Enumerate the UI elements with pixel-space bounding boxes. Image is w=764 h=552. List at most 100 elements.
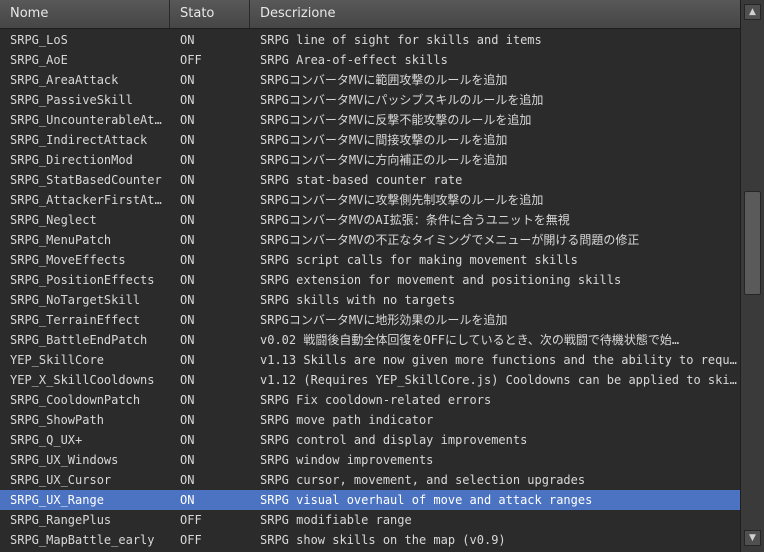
plugin-status: ON (180, 113, 195, 127)
plugin-status: OFF (180, 533, 202, 547)
plugin-name: SRPG_UncounterableAtt… (10, 113, 168, 127)
plugin-status: ON (180, 213, 195, 227)
plugin-name: SRPG_NoTargetSkill (10, 293, 141, 307)
table-row[interactable]: SRPG_RangePlus OFF SRPG modifiable range (0, 510, 740, 530)
plugin-status: ON (180, 373, 195, 387)
plugin-name: SRPG_UX_Cursor (10, 473, 112, 487)
plugin-description: SRPG Area-of-effect skills (260, 53, 448, 67)
column-header: Nome Stato Descrizione (0, 0, 740, 29)
table-row[interactable]: SRPG_UX_Range ON SRPG visual overhaul of m… (0, 490, 740, 510)
plugin-status: ON (180, 433, 195, 447)
plugin-description: v0.02 戦闘後自動全体回復をOFFにしているとき、次の戦闘で待機状態で始… (260, 333, 680, 347)
plugin-name: SRPG_LoS (10, 33, 68, 47)
plugin-name: SRPG_UX_Windows (10, 453, 119, 467)
table-row[interactable]: SRPG_PassiveSkill ON SRPGコンバータMVにパッシブスキルのル… (0, 90, 740, 110)
plugin-description: SRPGコンバータMVに地形効果のルールを追加 (260, 313, 508, 327)
table-row[interactable]: SRPG_UncounterableAtt… ON SRPGコンバータMVに反撃不能… (0, 110, 740, 130)
plugin-description: SRPG skills with no targets (260, 293, 456, 307)
table-row[interactable]: SRPG_UX_Windows ON SRPG window improvement… (0, 450, 740, 470)
plugin-name: YEP_X_SkillCooldowns (10, 373, 155, 387)
plugin-status: ON (180, 413, 195, 427)
plugin-status: ON (180, 73, 195, 87)
plugin-status: ON (180, 353, 195, 367)
plugin-description: v1.12 (Requires YEP_SkillCore.js) Cooldo… (260, 373, 738, 387)
table-row[interactable]: SRPG_Q_UX+ ON SRPG control and display imp… (0, 430, 740, 450)
plugin-description: SRPG script calls for making movement sk… (260, 253, 578, 267)
plugin-name: SRPG_TerrainEffect (10, 313, 141, 327)
table-row[interactable]: SRPG_PositionEffects ON SRPG extension for… (0, 270, 740, 290)
plugin-description: SRPGコンバータMVの不正なタイミングでメニューが開ける問題の修正 (260, 233, 640, 247)
table-row[interactable]: YEP_SkillCore ON v1.13 Skills are now give… (0, 350, 740, 370)
table-row[interactable]: SRPG_LoS ON SRPG line of sight for skills … (0, 30, 740, 50)
table-row[interactable]: SRPG_Neglect ON SRPGコンバータMVのAI拡張：条件に合うユニット… (0, 210, 740, 230)
table-row[interactable]: SRPG_AreaAttack ON SRPGコンバータMVに範囲攻撃のルールを追加 (0, 70, 740, 90)
column-header-name[interactable]: Nome (0, 0, 170, 28)
plugin-name: SRPG_BattleEndPatch (10, 333, 148, 347)
table-row[interactable]: SRPG_MapBattle_early OFF SRPG show skills … (0, 530, 740, 550)
plugin-description: SRPGコンバータMVに範囲攻撃のルールを追加 (260, 73, 508, 87)
plugin-manager-list: Nome Stato Descrizione SRPG_LoS ON SRPG li… (0, 0, 764, 552)
plugin-name: SRPG_DirectionMod (10, 153, 133, 167)
plugin-description: v1.13 Skills are now given more function… (260, 353, 738, 367)
table-row[interactable]: SRPG_DirectionMod ON SRPGコンバータMVに方向補正のルールを… (0, 150, 740, 170)
plugin-description: SRPGコンバータMVに反撃不能攻撃のルールを追加 (260, 113, 532, 127)
table-row[interactable]: SRPG_IndirectAttack ON SRPGコンバータMVに間接攻撃のルー… (0, 130, 740, 150)
plugin-name: SRPG_MoveEffects (10, 253, 126, 267)
plugin-description: SRPGコンバータMVに攻撃側先制攻撃のルールを追加 (260, 193, 544, 207)
table-row[interactable]: SRPG_ShowPath ON SRPG move path indicator (0, 410, 740, 430)
plugin-description: SRPG control and display improvements (260, 433, 528, 447)
plugin-description: SRPG line of sight for skills and items (260, 33, 542, 47)
table-row[interactable]: SRPG_AoE OFF SRPG Area-of-effect skills (0, 50, 740, 70)
column-header-description[interactable]: Descrizione (250, 0, 740, 28)
plugin-name: SRPG_StatBasedCounter (10, 173, 162, 187)
table-row[interactable]: SRPG_MenuPatch ON SRPGコンバータMVの不正なタイミングでメニュ… (0, 230, 740, 250)
plugin-name: SRPG_IndirectAttack (10, 133, 148, 147)
plugin-name: SRPG_MapBattle_early (10, 533, 155, 547)
plugin-name: SRPG_Q_UX+ (10, 433, 83, 447)
plugin-status: OFF (180, 53, 202, 67)
table-row[interactable]: SRPG_AttackerFirstAtt… ON SRPGコンバータMVに攻撃側先… (0, 190, 740, 210)
table-row[interactable]: SRPG_NoTargetSkill ON SRPG skills with no … (0, 290, 740, 310)
plugin-status: ON (180, 333, 195, 347)
plugin-status: ON (180, 173, 195, 187)
plugin-status: ON (180, 453, 195, 467)
vertical-scrollbar[interactable]: ▲ ▼ (740, 0, 764, 552)
plugin-status: ON (180, 193, 195, 207)
table-row[interactable]: SRPG_MoveEffects ON SRPG script calls for … (0, 250, 740, 270)
table-row[interactable]: SRPG_BattleEndPatch ON v0.02 戦闘後自動全体回復をOFF… (0, 330, 740, 350)
plugin-description: SRPG window improvements (260, 453, 434, 467)
plugin-description: SRPG cursor, movement, and selection upg… (260, 473, 586, 487)
plugin-status: ON (180, 253, 195, 267)
plugin-description: SRPGコンバータMVに間接攻撃のルールを追加 (260, 133, 508, 147)
plugin-name: SRPG_PassiveSkill (10, 93, 133, 107)
plugin-description: SRPG visual overhaul of move and attack … (260, 493, 593, 507)
plugin-description: SRPG show skills on the map (v0.9) (260, 533, 506, 547)
plugin-name: SRPG_AttackerFirstAtt… (10, 193, 168, 207)
plugin-description: SRPGコンバータMVにパッシブスキルのルールを追加 (260, 93, 544, 107)
plugin-status: ON (180, 133, 195, 147)
scroll-down-icon[interactable]: ▼ (744, 530, 761, 546)
plugin-name: SRPG_RangePlus (10, 513, 112, 527)
plugin-name: SRPG_PositionEffects (10, 273, 155, 287)
plugin-description: SRPG modifiable range (260, 513, 412, 527)
plugin-name: SRPG_CooldownPatch (10, 393, 141, 407)
plugin-rows: SRPG_LoS ON SRPG line of sight for skills … (0, 30, 740, 552)
plugin-status: ON (180, 93, 195, 107)
table-row[interactable]: SRPG_CooldownPatch ON SRPG Fix cooldown-re… (0, 390, 740, 410)
plugin-status: ON (180, 33, 195, 47)
table-row[interactable]: SRPG_UX_Cursor ON SRPG cursor, movement, a… (0, 470, 740, 490)
table-row[interactable]: SRPG_TerrainEffect ON SRPGコンバータMVに地形効果のルール… (0, 310, 740, 330)
scrollbar-thumb[interactable] (744, 191, 761, 295)
plugin-status: ON (180, 293, 195, 307)
plugin-name: SRPG_AoE (10, 53, 68, 67)
plugin-status: ON (180, 153, 195, 167)
table-row[interactable]: YEP_X_SkillCooldowns ON v1.12 (Requires YE… (0, 370, 740, 390)
plugin-description: SRPG move path indicator (260, 413, 434, 427)
plugin-description: SRPGコンバータMVに方向補正のルールを追加 (260, 153, 508, 167)
plugin-status: ON (180, 473, 195, 487)
scroll-up-icon[interactable]: ▲ (744, 4, 761, 20)
table-row[interactable]: SRPG_StatBasedCounter ON SRPG stat-based c… (0, 170, 740, 190)
plugin-description: SRPG extension for movement and position… (260, 273, 622, 287)
column-header-status[interactable]: Stato (170, 0, 250, 28)
plugin-status: ON (180, 313, 195, 327)
